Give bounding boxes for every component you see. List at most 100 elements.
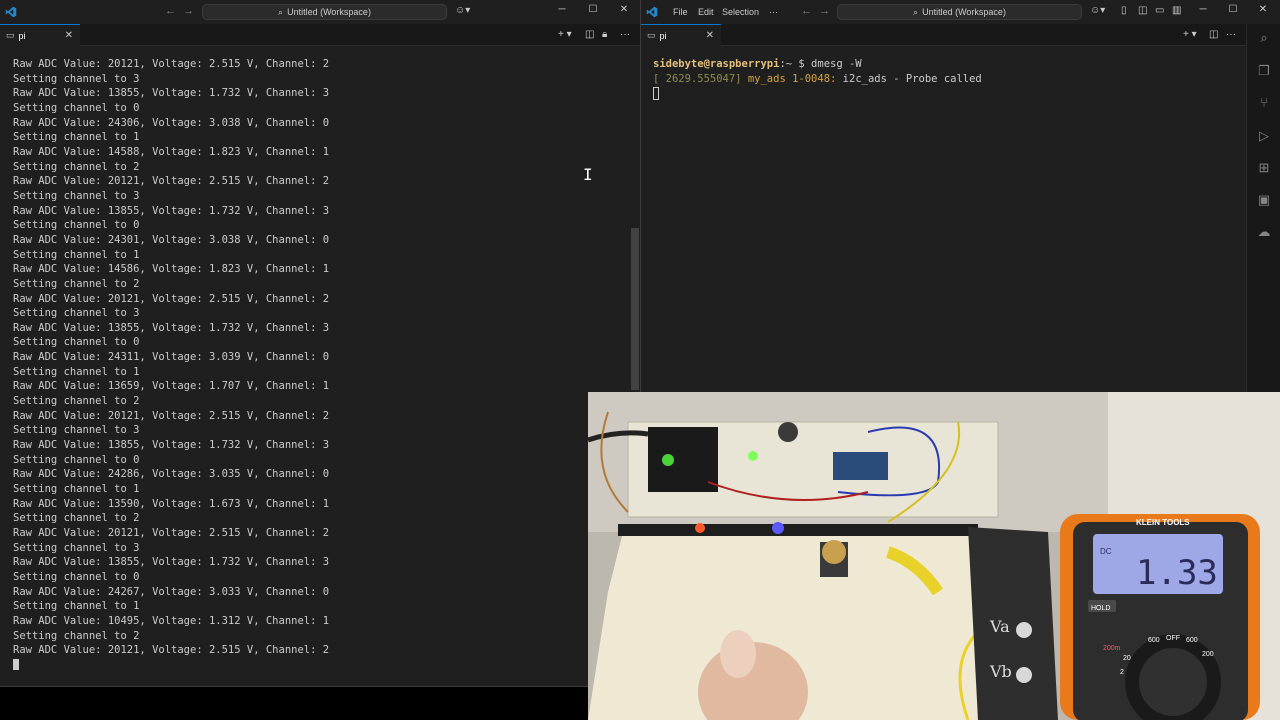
left-tabbar: ▭ pi ✕ + ▾ ◫ 🔒︎ ···: [0, 24, 640, 46]
command-center[interactable]: ⌕ Untitled (Workspace): [837, 4, 1082, 20]
maximize-button[interactable]: ☐: [1223, 4, 1243, 15]
new-terminal-icon[interactable]: + ▾: [558, 29, 572, 40]
terminal-line: Setting channel to 2: [13, 512, 140, 525]
scrollbar-thumb[interactable]: [631, 228, 639, 390]
hold-button: HOLD: [1091, 605, 1110, 612]
terminal-line: Raw ADC Value: 24311, Voltage: 3.039 V, …: [13, 351, 330, 364]
search-icon: ⌕: [913, 6, 919, 17]
terminal-line: Setting channel to 2: [13, 160, 140, 173]
terminal-line: Raw ADC Value: 13855, Voltage: 1.732 V, …: [13, 87, 330, 100]
terminal-line: Setting channel to 0: [13, 570, 140, 583]
maximize-button[interactable]: ☐: [583, 4, 603, 15]
search-icon[interactable]: ⌕: [1256, 30, 1272, 46]
tab-pi[interactable]: ▭ pi ✕: [0, 24, 80, 46]
copilot-icon[interactable]: ☺▾: [455, 5, 470, 16]
terminal-line: Raw ADC Value: 13659, Voltage: 1.707 V, …: [13, 380, 330, 393]
extensions-icon[interactable]: ⊞: [1256, 160, 1272, 176]
mouse-text-cursor-icon: I: [583, 165, 593, 184]
left-titlebar: ← → ⌕ Untitled (Workspace) ☺▾ ─ ☐ ✕: [0, 0, 640, 24]
terminal-line: Raw ADC Value: 20121, Voltage: 2.515 V, …: [13, 409, 330, 422]
dial-label-200: 200: [1202, 651, 1214, 658]
split-editor-icon[interactable]: ◫: [1209, 29, 1218, 40]
terminal-line: Setting channel to 2: [13, 277, 140, 290]
terminal-line: Setting channel to 1: [13, 483, 140, 496]
tab-label: pi: [659, 30, 667, 41]
terminal-line: Setting channel to 2: [13, 395, 140, 408]
dial-label-600-ac: 600: [1186, 637, 1198, 644]
new-terminal-icon[interactable]: + ▾: [1183, 29, 1197, 40]
dmesg-message: i2c_ads - Probe called: [836, 72, 982, 85]
back-arrow-icon[interactable]: ←: [165, 5, 176, 17]
run-debug-icon[interactable]: ▷: [1256, 128, 1272, 144]
prompt-user: sidebyte@raspberrypi: [653, 58, 780, 70]
menu-more[interactable]: ···: [763, 7, 784, 17]
probe-label-va: Va: [989, 617, 1010, 636]
terminal-output[interactable]: sidebyte@raspberrypi:~ $ dmesg -W [ 2629…: [653, 57, 982, 101]
tab-pi[interactable]: ▭ pi ✕: [641, 24, 721, 46]
terminal-line: Raw ADC Value: 20121, Voltage: 2.515 V, …: [13, 644, 330, 657]
terminal-line: Raw ADC Value: 24286, Voltage: 3.035 V, …: [13, 468, 330, 481]
command-center[interactable]: ⌕ Untitled (Workspace): [202, 4, 447, 20]
split-editor-icon[interactable]: ◫: [585, 29, 594, 40]
camera-breadboard-photo: Va Vb KLEIN TOOLS DC 1.33 HOLD 600 OFF 6…: [588, 392, 1280, 720]
terminal-line: Setting channel to 1: [13, 600, 140, 613]
terminal-line: Setting channel to 0: [13, 219, 140, 232]
terminal-line: Setting channel to 1: [13, 365, 140, 378]
tab-close-icon[interactable]: ✕: [706, 30, 714, 41]
vscode-logo-icon: [5, 6, 17, 18]
layout-split-icon[interactable]: ◫: [1138, 5, 1147, 16]
menu-selection[interactable]: Selection: [716, 7, 765, 17]
terminal-line: Raw ADC Value: 14586, Voltage: 1.823 V, …: [13, 263, 330, 276]
dial-label-off: OFF: [1166, 635, 1180, 642]
dial-label-20: 20: [1123, 655, 1131, 662]
search-icon: ⌕: [278, 6, 284, 17]
terminal-line: Raw ADC Value: 20121, Voltage: 2.515 V, …: [13, 175, 330, 188]
lock-icon[interactable]: 🔒︎: [602, 29, 607, 40]
copilot-icon[interactable]: ☺▾: [1090, 5, 1105, 16]
terminal-output[interactable]: Raw ADC Value: 20121, Voltage: 2.515 V, …: [13, 57, 329, 673]
terminal-line: Setting channel to 0: [13, 336, 140, 349]
more-actions-icon[interactable]: ···: [1226, 29, 1236, 40]
layout-panel-icon[interactable]: ▭: [1155, 5, 1164, 16]
terminal-line: Setting channel to 3: [13, 424, 140, 437]
terminal-icon: ▭: [6, 30, 15, 40]
command-text: dmesg -W: [811, 58, 862, 70]
multimeter-reading: 1.33: [1136, 553, 1218, 593]
close-window-button[interactable]: ✕: [614, 4, 634, 15]
remote-connection-icon[interactable]: ☁: [1256, 224, 1272, 240]
source-control-icon[interactable]: ⑂: [1256, 95, 1272, 111]
terminal-line: Raw ADC Value: 14588, Voltage: 1.823 V, …: [13, 145, 330, 158]
close-window-button[interactable]: ✕: [1253, 4, 1273, 15]
tab-close-icon[interactable]: ✕: [65, 30, 73, 41]
remote-explorer-icon[interactable]: ▣: [1256, 192, 1272, 208]
right-titlebar: File Edit Selection ··· ← → ⌕ Untitled (…: [641, 0, 1280, 24]
terminal-line: Setting channel to 1: [13, 248, 140, 261]
left-vscode-window: ← → ⌕ Untitled (Workspace) ☺▾ ─ ☐ ✕ ▭ pi…: [0, 0, 640, 720]
terminal-line: Raw ADC Value: 13855, Voltage: 1.732 V, …: [13, 439, 330, 452]
terminal-line: Raw ADC Value: 20121, Voltage: 2.515 V, …: [13, 58, 330, 70]
back-arrow-icon[interactable]: ←: [801, 5, 812, 17]
forward-arrow-icon[interactable]: →: [819, 5, 830, 17]
dmesg-device: my_ads 1-0048:: [747, 72, 837, 85]
dmesg-timestamp: [ 2629.555047]: [653, 72, 742, 85]
minimize-button[interactable]: ─: [1193, 4, 1213, 15]
terminal-line: Raw ADC Value: 13590, Voltage: 1.673 V, …: [13, 497, 330, 510]
multimeter-mode: DC: [1100, 547, 1112, 556]
terminal-line: Setting channel to 0: [13, 453, 140, 466]
forward-arrow-icon[interactable]: →: [183, 5, 194, 17]
right-tabbar: ▭ pi ✕ + ▾ ◫ ···: [641, 24, 1246, 46]
more-actions-icon[interactable]: ···: [620, 29, 630, 40]
layout-sidebar-icon[interactable]: ▯: [1121, 5, 1127, 16]
layout-customize-icon[interactable]: ▥: [1172, 5, 1181, 16]
minimize-button[interactable]: ─: [552, 4, 572, 15]
explorer-icon[interactable]: ❐: [1256, 63, 1272, 79]
terminal-line: Raw ADC Value: 24301, Voltage: 3.038 V, …: [13, 233, 330, 246]
terminal-line: Setting channel to 1: [13, 131, 140, 144]
terminal-cursor: [13, 659, 19, 671]
bottom-panel: [0, 687, 640, 720]
menu-file[interactable]: File: [667, 7, 694, 17]
terminal-line: Raw ADC Value: 20121, Voltage: 2.515 V, …: [13, 292, 330, 305]
terminal-line: Raw ADC Value: 13855, Voltage: 1.732 V, …: [13, 556, 330, 569]
terminal-icon: ▭: [647, 30, 656, 40]
dial-label-200m: 200m: [1103, 645, 1121, 652]
